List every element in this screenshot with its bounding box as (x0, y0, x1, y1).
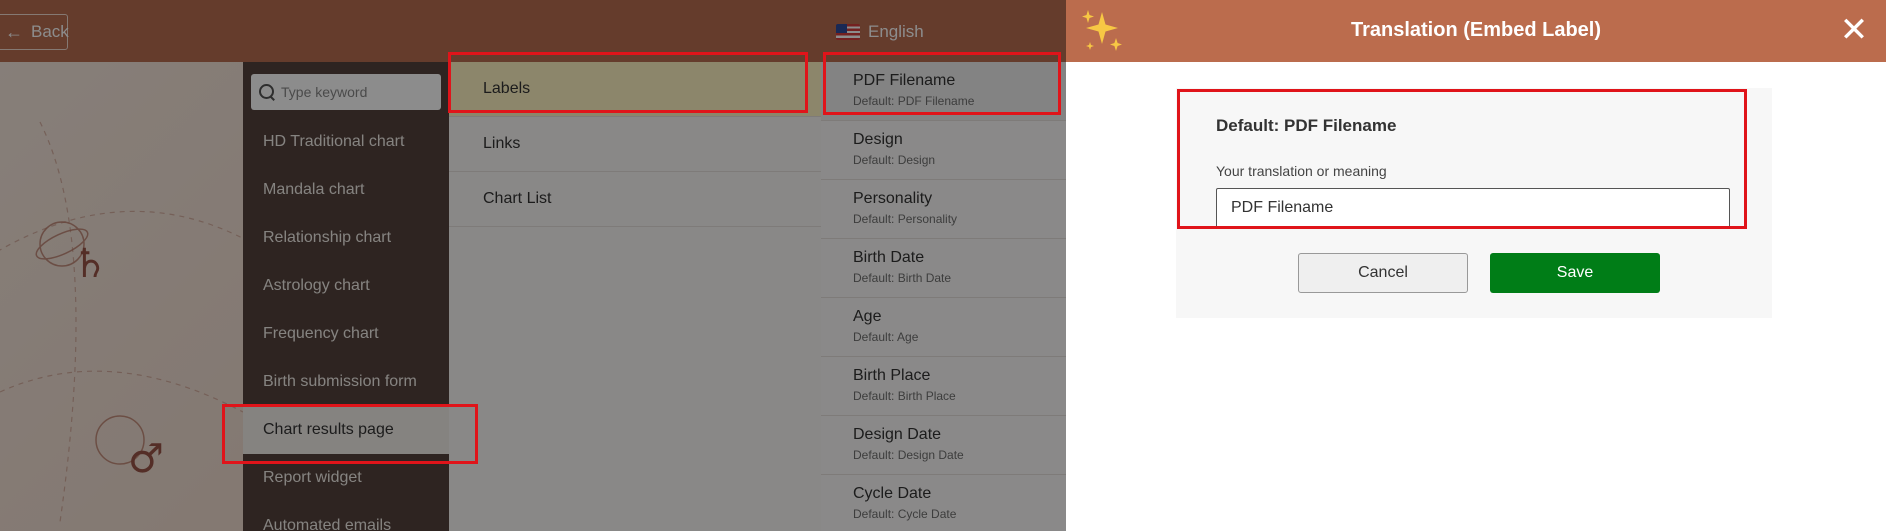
app-background: ← Back English ♄ ♂ H (0, 0, 1066, 531)
save-label: Save (1556, 264, 1594, 281)
default-value-text: Default: PDF Filename (1216, 116, 1397, 135)
close-icon[interactable]: ✕ (1836, 12, 1872, 48)
cancel-label: Cancel (1358, 264, 1408, 281)
modal-overlay[interactable] (0, 0, 1066, 531)
translation-input[interactable] (1216, 188, 1730, 228)
cancel-button[interactable]: Cancel (1298, 253, 1468, 293)
translation-card: Default: PDF Filename Your translation o… (1176, 88, 1772, 318)
translation-field-label: Your translation or meaning (1216, 163, 1387, 179)
save-button[interactable]: Save (1490, 253, 1660, 293)
panel-header: Translation (Embed Label) ✕ (1066, 0, 1886, 62)
translation-panel: Translation (Embed Label) ✕ Default: PDF… (1066, 0, 1886, 531)
panel-title: Translation (Embed Label) (1350, 19, 1602, 41)
